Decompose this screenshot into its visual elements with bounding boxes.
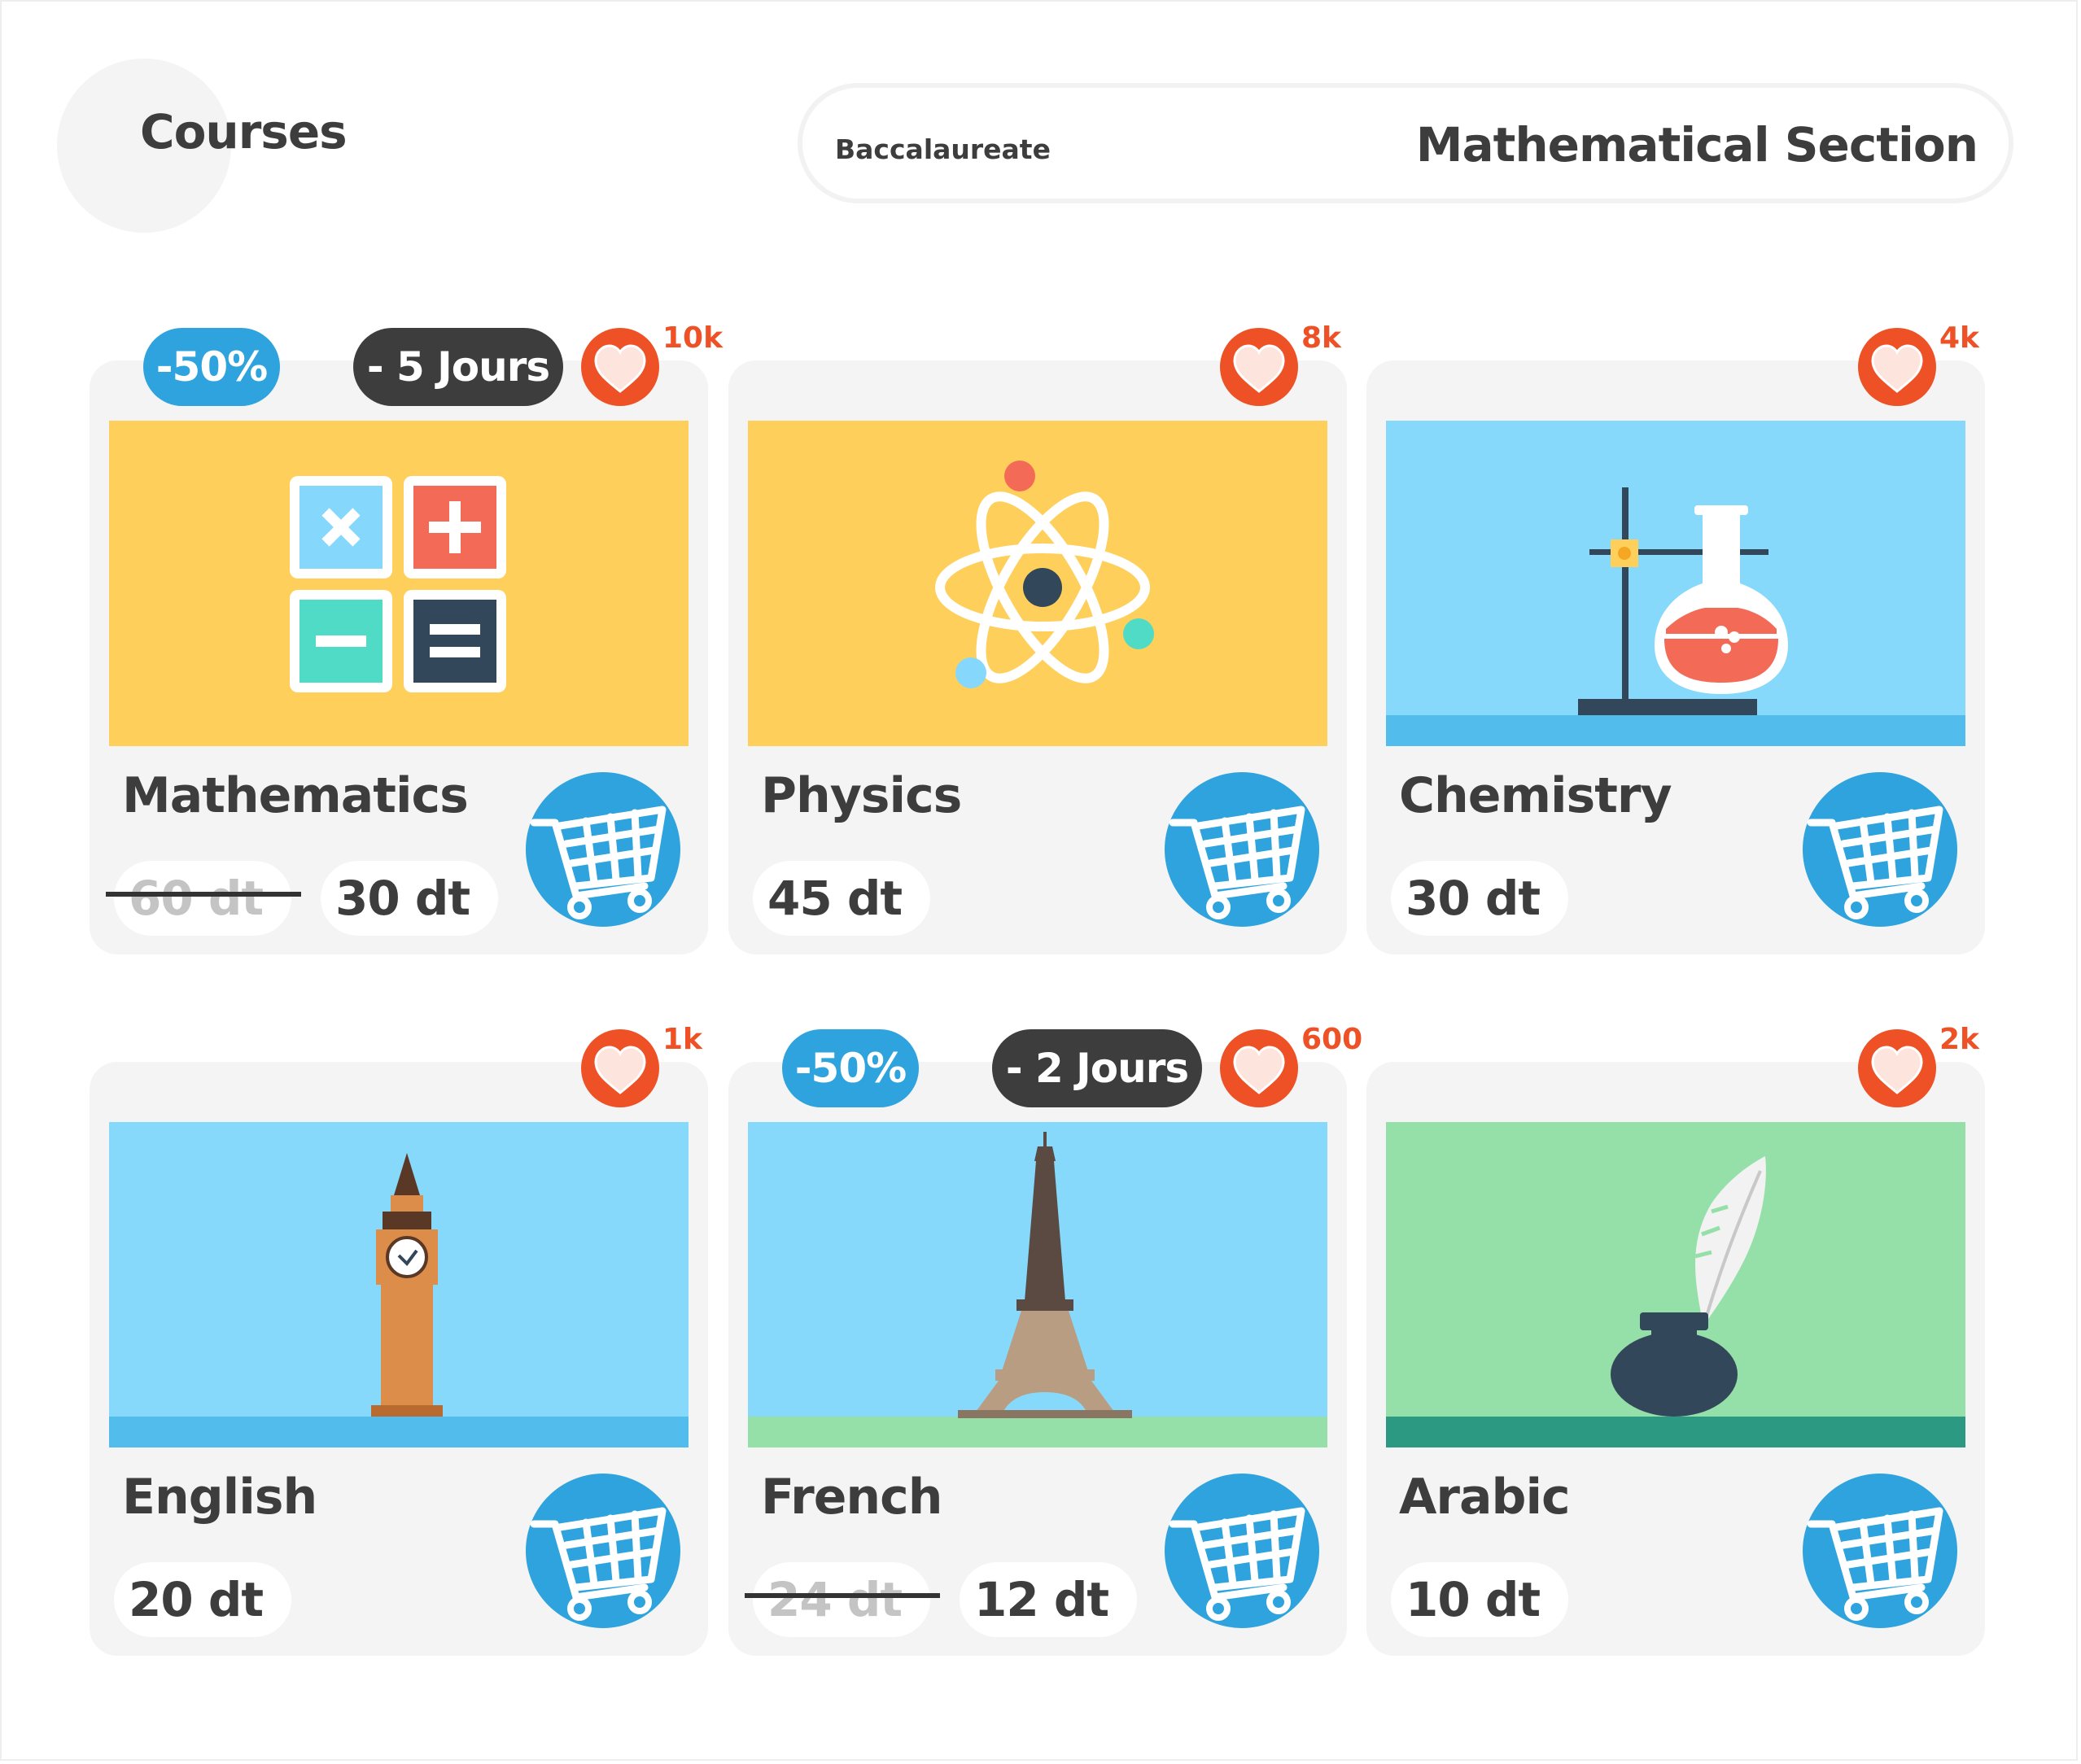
course-price: 30 dt <box>1391 861 1568 936</box>
big-ben-icon <box>109 1122 689 1447</box>
like-count: 4k <box>1939 321 1979 355</box>
add-to-cart-button[interactable] <box>526 1474 680 1628</box>
like-button[interactable] <box>1858 328 1936 406</box>
section-selector[interactable]: Baccalaureate Mathematical Section <box>798 83 2013 203</box>
course-image-mathematics <box>109 421 689 746</box>
like-count: 2k <box>1939 1023 1979 1056</box>
cart-icon <box>1807 806 1943 919</box>
course-image-chemistry <box>1386 421 1965 746</box>
old-price: 60 dt <box>114 861 291 936</box>
course-title: Mathematics <box>122 767 469 824</box>
cart-icon <box>1169 1507 1305 1621</box>
cart-icon <box>1169 806 1305 919</box>
like-count: 1k <box>662 1023 702 1056</box>
add-to-cart-button[interactable] <box>526 772 680 927</box>
course-price: 30 dt <box>321 861 498 936</box>
discount-badge: -50% <box>782 1029 919 1107</box>
cart-icon <box>1807 1507 1943 1621</box>
like-button[interactable] <box>1858 1029 1936 1107</box>
course-card-english[interactable]: English 20 dt 1k <box>90 1023 708 1656</box>
section-level-label: Baccalaureate <box>835 133 1051 165</box>
heart-icon <box>1871 1046 1923 1094</box>
heart-icon <box>1233 344 1285 393</box>
add-to-cart-button[interactable] <box>1165 772 1319 927</box>
heart-icon <box>594 344 646 393</box>
heart-icon <box>594 1046 646 1094</box>
course-image-arabic <box>1386 1122 1965 1447</box>
section-name-label: Mathematical Section <box>1415 117 1978 172</box>
like-button[interactable] <box>581 328 659 406</box>
course-title: English <box>122 1469 317 1526</box>
add-to-cart-button[interactable] <box>1803 772 1957 927</box>
course-card-french[interactable]: French 24 dt 12 dt -50% - 2 Jours 600 <box>728 1023 1362 1656</box>
cart-icon <box>530 806 667 919</box>
course-card-arabic[interactable]: Arabic 10 dt 2k <box>1366 1023 1985 1656</box>
course-image-english <box>109 1122 689 1447</box>
cart-icon <box>530 1507 667 1621</box>
course-price: 45 dt <box>753 861 930 936</box>
atom-icon <box>748 421 1327 746</box>
heart-icon <box>1871 344 1923 393</box>
course-title: Chemistry <box>1399 767 1672 824</box>
days-left-badge: - 5 Jours <box>353 328 563 406</box>
flask-icon <box>1386 421 1965 746</box>
add-to-cart-button[interactable] <box>1803 1474 1957 1628</box>
discount-badge: -50% <box>143 328 280 406</box>
course-card-physics[interactable]: Physics 45 dt 8k <box>728 321 1347 954</box>
strikethrough-line <box>106 892 301 897</box>
like-count: 10k <box>662 321 724 355</box>
course-image-french <box>748 1122 1327 1447</box>
course-price: 10 dt <box>1391 1562 1568 1637</box>
strikethrough-line <box>745 1593 940 1598</box>
course-card-mathematics[interactable]: Mathematics 60 dt 30 dt -50% - 5 Jours 1… <box>90 321 723 954</box>
page-title: Courses <box>140 104 348 159</box>
eiffel-tower-icon <box>748 1122 1327 1447</box>
calculator-icon <box>109 421 689 746</box>
days-left-badge: - 2 Jours <box>992 1029 1202 1107</box>
like-button[interactable] <box>1220 328 1298 406</box>
course-title: Arabic <box>1399 1469 1571 1526</box>
like-count: 8k <box>1301 321 1341 355</box>
like-button[interactable] <box>581 1029 659 1107</box>
heart-icon <box>1233 1046 1285 1094</box>
course-card-chemistry[interactable]: Chemistry 30 dt 4k <box>1366 321 1985 954</box>
quill-ink-icon <box>1386 1122 1965 1447</box>
like-count: 600 <box>1301 1023 1363 1056</box>
old-price: 24 dt <box>753 1562 930 1637</box>
add-to-cart-button[interactable] <box>1165 1474 1319 1628</box>
course-image-physics <box>748 421 1327 746</box>
course-title: French <box>761 1469 942 1526</box>
course-title: Physics <box>761 767 962 824</box>
course-price: 20 dt <box>114 1562 291 1637</box>
like-button[interactable] <box>1220 1029 1298 1107</box>
course-price: 12 dt <box>960 1562 1137 1637</box>
